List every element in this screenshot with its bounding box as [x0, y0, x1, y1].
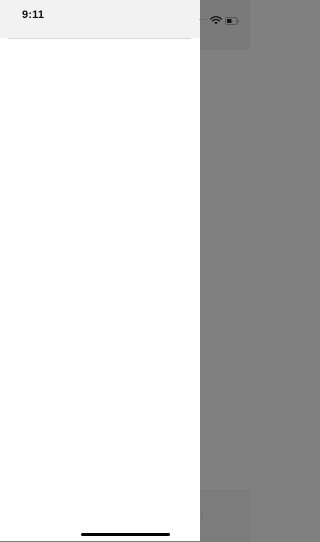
wifi-icon [210, 12, 222, 25]
status-time: 9:11 [22, 9, 45, 21]
battery-icon [225, 12, 239, 25]
drawer-divider [8, 38, 191, 39]
signal-dots-icon: .... [199, 16, 208, 22]
underlying-tab-bar-mark [201, 514, 203, 520]
side-drawer [0, 0, 200, 541]
status-bar: 9:11 .... [0, 0, 250, 34]
home-indicator[interactable] [81, 533, 170, 536]
